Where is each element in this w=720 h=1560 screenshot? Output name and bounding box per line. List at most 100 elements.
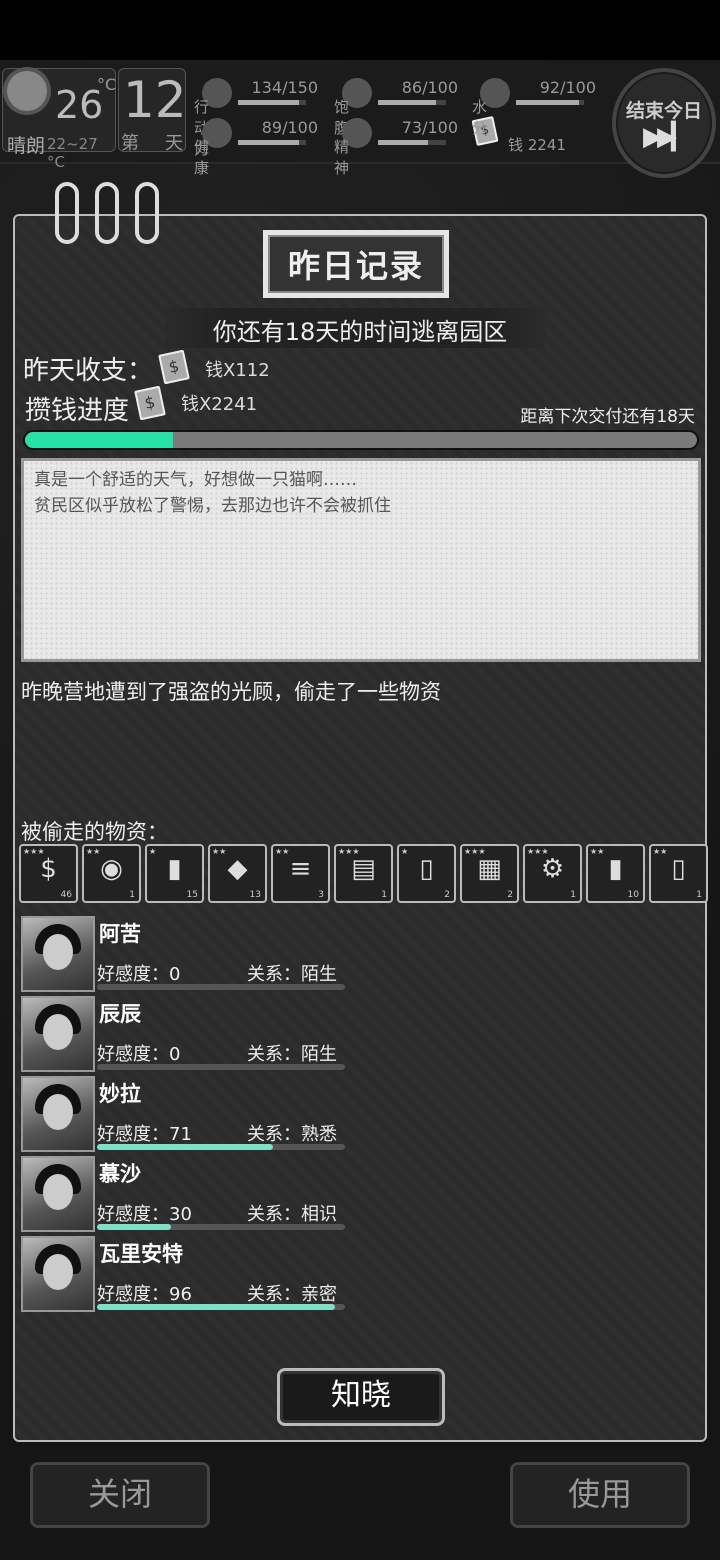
day-counter: 12 第 天 [118,68,187,154]
character-row[interactable]: 阿苦 好感度：0 关系：陌生 [21,916,361,994]
item-count: 1 [570,890,576,900]
event-text: 昨晚营地遭到了强盗的光顾，偷走了一些物资 [21,680,441,704]
affection-bar [97,1064,345,1070]
dialog-title-plate: 昨日记录 [263,230,449,298]
item-slot[interactable]: ★ ▮ 15 [145,844,204,903]
end-day-label: 结束今日 [625,100,702,122]
avatar-face [43,934,73,970]
item-slot[interactable]: ★★★ ▤ 1 [334,844,393,903]
daily-record-dialog: 昨日记录 你还有18天的时间逃离园区 昨天收支： $ 钱X112 攒钱进度 $ … [13,182,709,1442]
avatar-face [43,1014,73,1050]
affection-label: 好感度：0 [97,964,181,985]
stat-bar-fill [238,100,299,105]
diary-line: 真是一个舒适的天气，好想做一只猫啊…… [34,470,357,490]
avatar [21,916,95,992]
stat-bar-fill [378,140,428,145]
temperature-range: 22~27 °C [47,135,98,171]
item-slot[interactable]: ★ ▯ 2 [397,844,456,903]
relation-label: 关系：陌生 [247,964,337,985]
acknowledge-button[interactable]: 知晓 [277,1368,445,1426]
cash-stack-icon: $ [40,854,57,884]
stat-bar-fill [238,140,299,145]
avatar-face [43,1254,73,1290]
can-icon: ▮ [167,854,182,884]
temperature-unit: °C [97,75,117,94]
item-count: 1 [696,890,702,900]
delivery-countdown: 距离下次交付还有18天 [520,407,695,427]
stat-value: 89/100 [261,118,318,137]
avatar [21,1076,95,1152]
income-value: 钱X112 [205,360,270,381]
relation-label: 关系：亲密 [247,1284,337,1305]
stolen-items-label: 被偷走的物资： [21,820,168,844]
escape-countdown: 你还有18天的时间逃离园区 [212,318,508,346]
affection-bar [97,1144,345,1150]
affection-label: 好感度：0 [97,1044,181,1065]
end-day-button[interactable]: 结束今日 ▶▶▎ [612,68,716,178]
item-count: 10 [627,890,639,900]
character-name: 辰辰 [99,1002,141,1026]
stat-label: 精神 [334,138,350,177]
affection-bar-fill [97,1304,336,1310]
stat-bar [238,140,306,145]
sun-icon [7,71,47,111]
item-slot[interactable]: ★★ ▮ 10 [586,844,645,903]
stolen-items-row: ★★★ $ 46 ★★ ◉ 1 ★ ▮ 15 ★★ ◆ 13 ★★ ≡ 3 ★★★ ▤ 1… [19,844,709,906]
affection-bar-fill [97,1224,172,1230]
income-label: 昨天收支： [23,356,154,386]
avatar [21,1156,95,1232]
relation-label: 关系：熟悉 [247,1124,337,1145]
savings-label: 攒钱进度 [25,396,130,426]
day-number: 12 [123,71,187,129]
affection-label: 好感度：96 [97,1284,192,1305]
close-button[interactable]: 关闭 [30,1462,210,1528]
stat-value: 134/150 [251,78,318,97]
bottle-icon: ▯ [419,854,434,884]
item-slot[interactable]: ★★★ ▦ 2 [460,844,519,903]
stat-bar-fill [378,100,437,105]
item-count: 3 [318,890,324,900]
diary-note: 真是一个舒适的天气，好想做一只猫啊…… 贫民区似乎放松了警惕，去那边也许不会被抓… [21,458,701,662]
character-name: 瓦里安特 [99,1242,183,1266]
use-button[interactable]: 使用 [510,1462,690,1528]
item-slot[interactable]: ★★★ $ 46 [19,844,78,903]
dialog-title: 昨日记录 [268,235,444,293]
item-count: 15 [186,890,198,900]
affection-bar [97,1304,345,1310]
character-name: 阿苦 [99,922,141,946]
character-name: 慕沙 [99,1162,141,1186]
stat-bar [378,100,446,105]
money-icon: $ [158,349,190,385]
food-box-icon: ▦ [477,854,502,884]
binder-ring-icon [55,182,79,244]
item-slot[interactable]: ★★ ◉ 1 [82,844,141,903]
pipe-icon: ≡ [289,854,312,884]
item-slot[interactable]: ★★ ▯ 1 [649,844,708,903]
day-suffix: 天 [165,133,183,154]
stat-label: 水分 [472,98,488,137]
character-row[interactable]: 慕沙 好感度：30 关系：相识 [21,1156,361,1234]
day-prefix: 第 [121,133,139,154]
item-slot[interactable]: ★★★ ⚙ 1 [523,844,582,903]
item-count: 2 [444,890,450,900]
relation-label: 关系：相识 [247,1204,337,1225]
stat-bar [516,100,584,105]
item-slot[interactable]: ★★ ≡ 3 [271,844,330,903]
avatar [21,996,95,1072]
stat-label: 健康 [194,138,210,177]
stat-bar-fill [516,100,579,105]
affection-bar [97,984,345,990]
item-count: 2 [507,890,513,900]
bicycle-icon: ⚙ [540,854,565,884]
bowl-icon: ◉ [100,854,123,884]
rock-icon: ◆ [227,854,248,884]
character-row[interactable]: 妙拉 好感度：71 关系：熟悉 [21,1076,361,1154]
weather-panel: 26 °C 晴朗 22~27 °C [2,68,117,171]
character-row[interactable]: 瓦里安特 好感度：96 关系：亲密 [21,1236,361,1314]
stat-bar [238,100,306,105]
item-slot[interactable]: ★★ ◆ 13 [208,844,267,903]
savings-progress-fill [25,432,173,448]
character-row[interactable]: 辰辰 好感度：0 关系：陌生 [21,996,361,1074]
savings-progress-bar [23,430,699,450]
item-count: 13 [249,890,261,900]
